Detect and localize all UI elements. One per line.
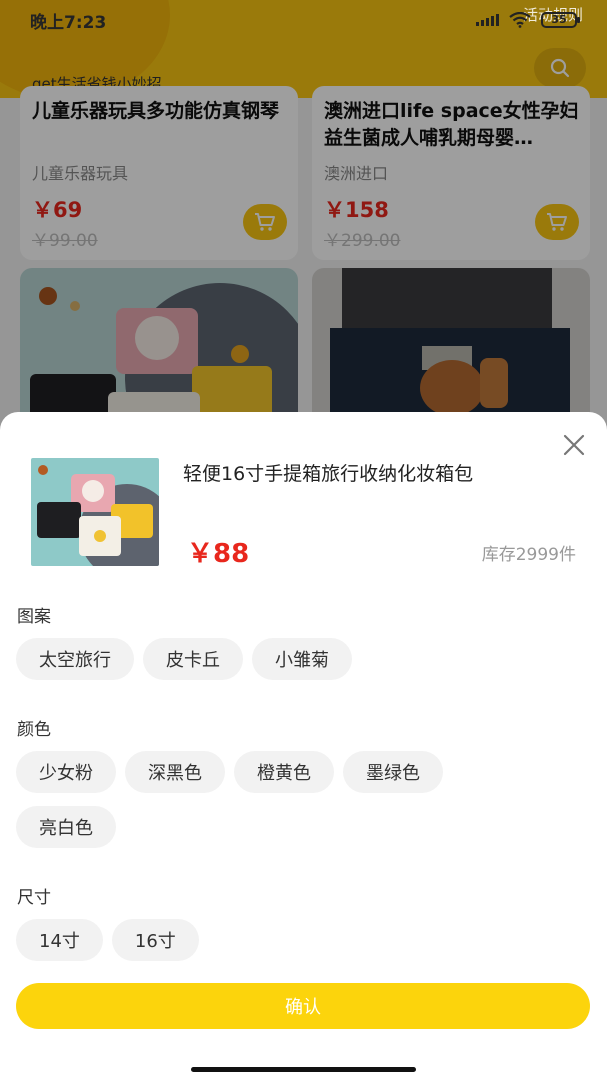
option-chip[interactable]: 墨绿色 [343, 751, 443, 793]
option-group-color: 少女粉 深黑色 橙黄色 墨绿色 [16, 751, 443, 793]
option-label-color: 颜色 [17, 720, 51, 740]
battery-icon: 35 [541, 12, 580, 28]
option-label-size: 尺寸 [17, 888, 51, 908]
option-chip[interactable]: 14寸 [16, 919, 103, 961]
stock-count: 库存2999件 [481, 545, 576, 565]
option-chip[interactable]: 皮卡丘 [143, 638, 243, 680]
home-indicator[interactable] [191, 1067, 416, 1072]
signal-icon [476, 14, 499, 26]
product-price: ￥88 [187, 539, 250, 569]
option-label-pattern: 图案 [17, 607, 51, 627]
option-group-pattern: 太空旅行 皮卡丘 小雏菊 [16, 638, 352, 680]
option-chip[interactable]: 橙黄色 [234, 751, 334, 793]
option-chip[interactable]: 小雏菊 [252, 638, 352, 680]
status-bar: 晚上7:23 35 [0, 0, 607, 40]
wifi-icon [509, 12, 531, 28]
option-chip[interactable]: 少女粉 [16, 751, 116, 793]
option-chip[interactable]: 16寸 [111, 919, 199, 961]
option-chip[interactable]: 太空旅行 [16, 638, 134, 680]
confirm-button[interactable]: 确认 [16, 983, 590, 1029]
product-thumbnail [31, 458, 159, 566]
status-time: 晚上7:23 [30, 12, 107, 33]
option-group-color-row2: 亮白色 [16, 806, 116, 848]
close-icon[interactable] [561, 432, 587, 458]
option-group-size: 14寸 16寸 [16, 919, 199, 961]
product-title: 轻便16寸手提箱旅行收纳化妆箱包 [183, 463, 474, 485]
sku-selection-sheet: 轻便16寸手提箱旅行收纳化妆箱包 ￥88 库存2999件 图案 太空旅行 皮卡丘… [0, 412, 607, 1080]
option-chip[interactable]: 亮白色 [16, 806, 116, 848]
option-chip[interactable]: 深黑色 [125, 751, 225, 793]
